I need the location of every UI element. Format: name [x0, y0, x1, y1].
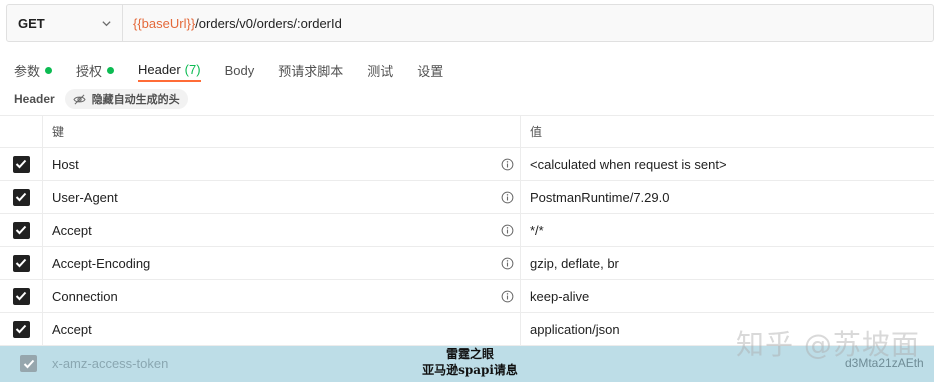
tab-settings[interactable]: 设置: [417, 56, 443, 82]
row-checkbox[interactable]: [12, 254, 30, 272]
info-icon[interactable]: [501, 191, 514, 204]
tab-label: Body: [224, 63, 255, 78]
tab-body[interactable]: Body: [225, 56, 255, 82]
header-key: Accept-Encoding: [52, 255, 151, 271]
header-value: keep-alive: [530, 288, 590, 304]
request-tabs: 参数 授权 Header (7) Body 预请求脚本 测试 设置: [14, 56, 467, 82]
table-row: Connection keep-alive: [0, 280, 934, 313]
table-header-row: 键 值: [0, 115, 934, 148]
check-icon: [15, 159, 27, 169]
overlay-caption-line2: 亚马逊spapi请息: [422, 363, 518, 377]
info-icon[interactable]: [501, 158, 514, 171]
tab-label: 参数: [14, 64, 41, 79]
tab-label: 授权: [76, 64, 103, 79]
header-key: Connection: [52, 288, 118, 304]
checkbox-cell: [0, 181, 43, 213]
key-cell[interactable]: Host: [43, 148, 521, 180]
hide-auto-headers-label: 隐藏自动生成的头: [91, 94, 180, 106]
tab-label: Header: [138, 62, 181, 77]
headers-subrow: Header 隐藏自动生成的头: [14, 88, 188, 110]
row-checkbox[interactable]: [20, 355, 37, 372]
tab-tests[interactable]: 测试: [367, 56, 393, 82]
key-cell[interactable]: Accept-Encoding: [43, 247, 521, 279]
tab-label: 测试: [367, 64, 394, 79]
check-icon: [15, 324, 27, 334]
value-header-label: 值: [530, 125, 543, 139]
key-header-label: 键: [52, 125, 65, 139]
header-value: PostmanRuntime/7.29.0: [530, 189, 670, 205]
header-value: gzip, deflate, br: [530, 255, 619, 271]
method-label: GET: [18, 15, 45, 31]
tab-headers[interactable]: Header (7): [138, 56, 201, 82]
table-row: Host <calculated when request is sent>: [0, 148, 934, 181]
key-cell[interactable]: Accept: [43, 214, 521, 246]
value-cell[interactable]: PostmanRuntime/7.29.0: [521, 181, 934, 213]
checkbox-cell: [0, 214, 43, 246]
key-cell[interactable]: User-Agent: [43, 181, 521, 213]
header-key: User-Agent: [52, 189, 118, 205]
table-row: Accept */*: [0, 214, 934, 247]
key-cell[interactable]: Accept: [43, 313, 521, 345]
row-checkbox[interactable]: [12, 188, 30, 206]
header-key: Accept: [52, 222, 92, 238]
checkbox-cell: [0, 247, 43, 279]
overlay-caption: 雷霆之眼 亚马逊spapi请息: [400, 346, 540, 378]
checkbox-cell: [0, 280, 43, 312]
table-row: Accept-Encoding gzip, deflate, br: [0, 247, 934, 280]
tab-pre-request-script[interactable]: 预请求脚本: [278, 56, 343, 82]
tab-authorization[interactable]: 授权: [76, 56, 115, 82]
check-icon: [15, 291, 27, 301]
value-cell[interactable]: */*: [521, 214, 934, 246]
tab-label: 预请求脚本: [278, 64, 344, 79]
status-dot-icon: [45, 67, 53, 74]
checkbox-column-header: [0, 116, 43, 147]
checkbox-cell: [0, 148, 43, 180]
header-key: Host: [52, 156, 79, 172]
tab-label: 设置: [417, 64, 444, 79]
key-cell[interactable]: Connection: [43, 280, 521, 312]
check-icon: [15, 258, 27, 268]
url-path: /orders/v0/orders/:orderId: [195, 15, 342, 31]
value-column-header: 值: [521, 116, 934, 147]
header-key[interactable]: x-amz-access-token: [52, 356, 168, 371]
tab-count: (7): [184, 62, 201, 77]
header-key: Accept: [52, 321, 92, 337]
check-icon: [15, 225, 27, 235]
table-row: User-Agent PostmanRuntime/7.29.0: [0, 181, 934, 214]
info-icon[interactable]: [501, 290, 514, 303]
row-checkbox[interactable]: [12, 287, 30, 305]
hide-auto-headers-button[interactable]: 隐藏自动生成的头: [64, 89, 188, 109]
eye-off-icon: [73, 94, 86, 104]
checkbox-cell: [0, 313, 43, 345]
row-checkbox[interactable]: [12, 155, 30, 173]
section-title: Header: [14, 92, 55, 106]
status-dot-icon: [107, 67, 115, 74]
header-value: application/json: [530, 321, 620, 337]
tab-params[interactable]: 参数: [14, 56, 53, 82]
value-cell[interactable]: keep-alive: [521, 280, 934, 312]
key-column-header: 键: [43, 116, 521, 147]
check-icon: [23, 359, 34, 368]
request-url-bar: GET {{baseUrl}}/orders/v0/orders/:orderI…: [6, 4, 934, 42]
info-icon[interactable]: [501, 224, 514, 237]
chevron-down-icon: [102, 20, 111, 26]
url-variable: {{baseUrl}}: [133, 15, 196, 31]
header-value: */*: [530, 222, 544, 238]
overlay-caption-line1: 雷霆之眼: [445, 347, 494, 361]
check-icon: [15, 192, 27, 202]
method-select[interactable]: GET: [7, 5, 123, 41]
url-input[interactable]: {{baseUrl}}/orders/v0/orders/:orderId: [123, 5, 933, 41]
headers-table: 键 值 Host <calculated when request is sen…: [0, 115, 934, 346]
header-value: <calculated when request is sent>: [530, 156, 727, 172]
info-icon[interactable]: [501, 257, 514, 270]
value-cell[interactable]: gzip, deflate, br: [521, 247, 934, 279]
value-cell[interactable]: <calculated when request is sent>: [521, 148, 934, 180]
row-checkbox[interactable]: [12, 221, 30, 239]
watermark: 知乎 @苏坡面: [736, 328, 920, 361]
row-checkbox[interactable]: [12, 320, 30, 338]
